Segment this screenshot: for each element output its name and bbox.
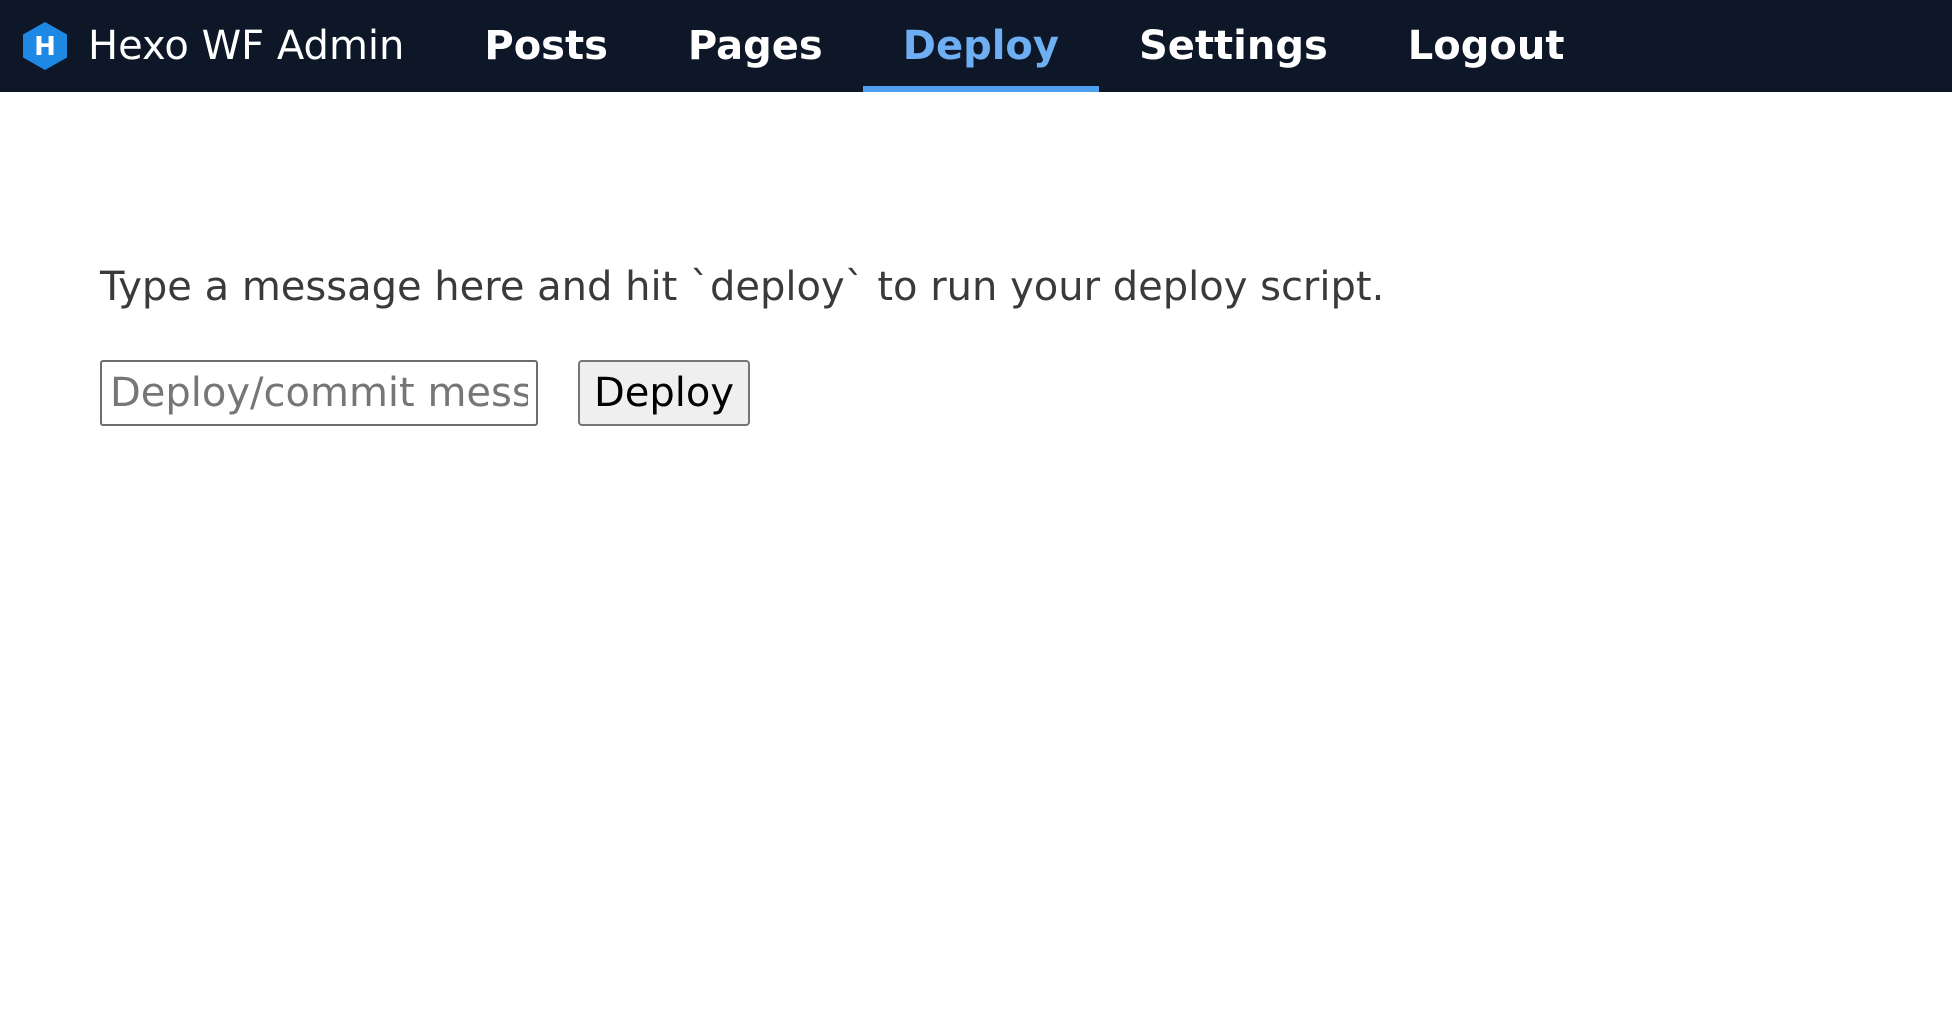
svg-text:H: H [34, 32, 56, 62]
top-navbar: H Hexo WF Admin Posts Pages Deploy Setti… [0, 0, 1952, 92]
deploy-message-input[interactable] [100, 360, 538, 426]
hexo-logo-icon: H [22, 21, 68, 71]
nav-tab-settings[interactable]: Settings [1099, 0, 1368, 92]
brand-link[interactable]: H Hexo WF Admin [0, 0, 444, 92]
deploy-button[interactable]: Deploy [578, 360, 751, 426]
nav-tab-logout[interactable]: Logout [1368, 0, 1605, 92]
nav-tab-deploy[interactable]: Deploy [862, 0, 1100, 92]
deploy-panel: Type a message here and hit `deploy` to … [100, 258, 1384, 426]
deploy-form: Deploy [100, 360, 1384, 426]
nav-tab-pages[interactable]: Pages [648, 0, 863, 92]
nav-tab-posts[interactable]: Posts [444, 0, 648, 92]
brand-title: Hexo WF Admin [88, 23, 405, 69]
deploy-instructions: Type a message here and hit `deploy` to … [100, 264, 1385, 310]
